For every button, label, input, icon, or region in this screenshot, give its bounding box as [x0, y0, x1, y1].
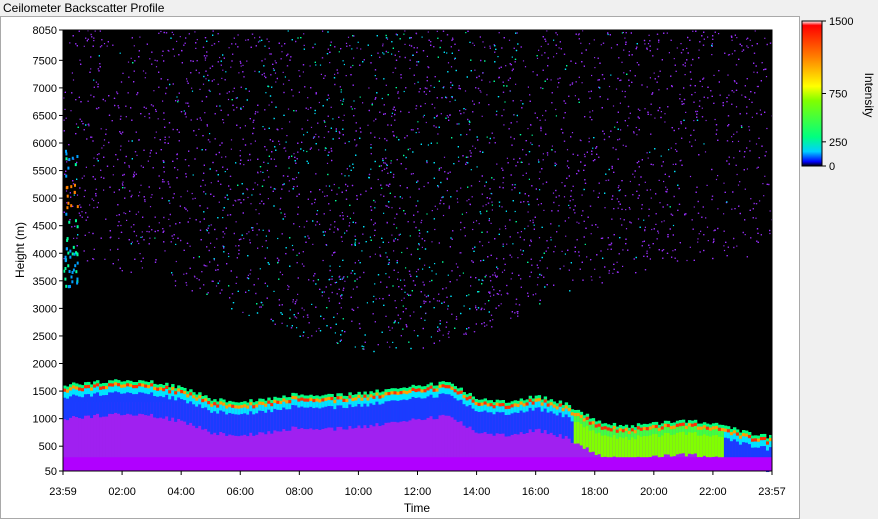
surface-band [63, 457, 772, 471]
y-tick-label: 7500 [33, 55, 57, 67]
colorbar-tick-label: 0 [829, 161, 835, 173]
x-tick-label: 22:00 [699, 486, 727, 498]
y-tick-label: 6500 [33, 110, 57, 122]
colorbar [801, 20, 823, 167]
x-tick-label: 20:00 [640, 486, 668, 498]
y-tick-label: 7000 [33, 83, 57, 95]
y-tick-label: 3000 [33, 303, 57, 315]
y-tick-label: 6000 [33, 138, 57, 150]
x-tick-label: 23:59 [49, 486, 77, 498]
chart-svg: Time Height (m) Intensity 0 250 750 1500 23… [13, 16, 876, 515]
x-axis: 23:59 02:00 04:00 06:00 08:00 10:00 12:00 14:00… [49, 471, 786, 498]
colorbar-ticks: 0 250 750 1500 [822, 16, 853, 173]
x-tick-label: 06:00 [226, 486, 254, 498]
y-axis-label: Height (m) [13, 222, 27, 278]
y-tick-label: 5000 [33, 193, 57, 205]
y-tick-label: 1000 [33, 414, 57, 426]
y-tick-label: 3500 [33, 276, 57, 288]
x-tick-label: 04:00 [167, 486, 195, 498]
x-tick-label: 18:00 [581, 486, 609, 498]
x-tick-label: 10:00 [345, 486, 373, 498]
colorbar-label: Intensity [862, 73, 876, 118]
colorbar-tick-label: 750 [829, 89, 847, 101]
x-tick-label: 08:00 [286, 486, 314, 498]
colorbar-tick-label: 250 [829, 137, 847, 149]
y-tick-label: 8050 [33, 25, 57, 37]
colorbar-tick-label: 1500 [829, 16, 853, 28]
x-tick-label: 12:00 [404, 486, 432, 498]
y-tick-label: 4000 [33, 248, 57, 260]
y-tick-label: 500 [39, 441, 57, 453]
x-tick-label: 23:57 [758, 486, 786, 498]
y-tick-label: 2000 [33, 359, 57, 371]
y-tick-label: 5500 [33, 166, 57, 178]
x-tick-label: 02:00 [108, 486, 136, 498]
y-tick-label: 4500 [33, 221, 57, 233]
x-tick-label: 14:00 [463, 486, 491, 498]
y-tick-label: 50 [45, 466, 57, 478]
x-axis-label: Time [404, 501, 431, 515]
y-tick-label: 2500 [33, 331, 57, 343]
plot-area [62, 29, 773, 473]
y-axis: 50 500 1000 1500 2000 2500 3000 3500 4000 4500 500… [33, 25, 63, 478]
x-tick-label: 16:00 [522, 486, 550, 498]
y-tick-label: 1500 [33, 386, 57, 398]
